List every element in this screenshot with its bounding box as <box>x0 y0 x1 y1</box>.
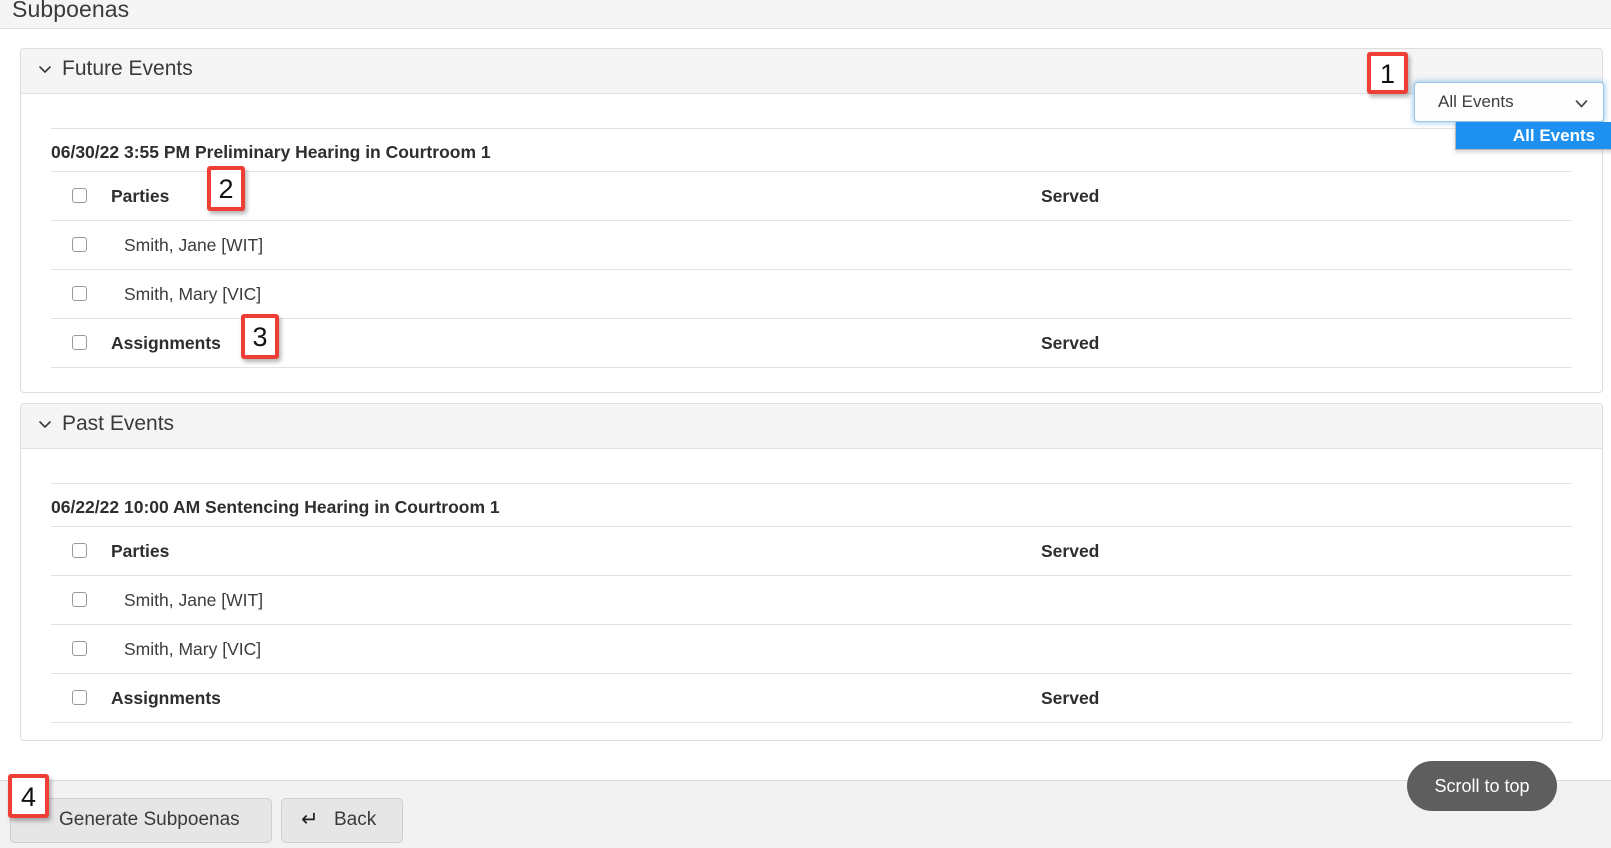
table-row[interactable]: Smith, Jane [WIT] <box>51 221 1572 270</box>
row-checkbox-party-2[interactable] <box>72 641 87 656</box>
event-title: 06/22/22 10:00 AM Sentencing Hearing in … <box>51 483 1572 527</box>
row-checkbox-assignments[interactable] <box>72 690 87 705</box>
generate-subpoenas-button[interactable]: Generate Subpoenas <box>10 798 272 843</box>
section-title: Future Events <box>62 57 193 80</box>
row-label: Assignments <box>111 688 221 708</box>
row-checkbox-party-1[interactable] <box>72 592 87 607</box>
row-label: Assignments <box>111 333 221 353</box>
section-header-future-events[interactable]: Future Events <box>21 49 1602 94</box>
back-button[interactable]: ↵ Back <box>281 798 403 843</box>
row-checkbox-parties[interactable] <box>72 188 87 203</box>
past-events-body: 06/22/22 10:00 AM Sentencing Hearing in … <box>21 449 1602 723</box>
annotation-marker-3: 3 <box>241 314 279 359</box>
served-column-header: Served <box>1041 186 1100 206</box>
return-arrow-icon: ↵ <box>301 808 319 831</box>
event-filter-option-list[interactable]: All Events <box>1455 122 1611 150</box>
page-header: Subpoenas <box>0 0 1611 29</box>
event-title: 06/30/22 3:55 PM Preliminary Hearing in … <box>51 128 1572 172</box>
row-checkbox-assignments[interactable] <box>72 335 87 350</box>
scroll-to-top-button[interactable]: Scroll to top <box>1407 761 1557 811</box>
row-label: Smith, Jane [WIT] <box>124 235 264 255</box>
app-root: Subpoenas Future Events 06/30/22 3:55 PM… <box>0 0 1611 848</box>
row-label: Smith, Mary [VIC] <box>124 639 262 659</box>
table-row[interactable]: Assignments Served <box>51 319 1572 368</box>
top-spacer <box>21 449 1602 483</box>
content-area: Future Events 06/30/22 3:55 PM Prelimina… <box>0 29 1611 780</box>
event-filter-select[interactable]: All Events <box>1414 82 1604 122</box>
top-spacer <box>21 94 1602 128</box>
table-row[interactable]: Smith, Mary [VIC] <box>51 270 1572 319</box>
table-row[interactable]: Parties Served <box>51 527 1572 576</box>
section-title: Past Events <box>62 412 175 435</box>
served-column-header: Served <box>1041 688 1100 708</box>
footer-toolbar: Generate Subpoenas ↵ Back <box>0 780 1611 848</box>
row-checkbox-parties[interactable] <box>72 543 87 558</box>
served-column-header: Served <box>1041 333 1100 353</box>
chevron-down-icon <box>38 62 52 76</box>
row-checkbox-party-1[interactable] <box>72 237 87 252</box>
event-filter-dropdown[interactable]: All Events All Events <box>1414 82 1611 150</box>
table-row[interactable]: Smith, Jane [WIT] <box>51 576 1572 625</box>
event-filter-option-all-events[interactable]: All Events <box>1456 122 1611 149</box>
table-row[interactable]: Parties Served <box>51 172 1572 221</box>
annotation-marker-1: 1 <box>1367 52 1408 94</box>
page-title: Subpoenas <box>12 0 130 22</box>
annotation-marker-2: 2 <box>207 166 245 211</box>
annotation-marker-4: 4 <box>8 774 49 818</box>
generate-subpoenas-label: Generate Subpoenas <box>59 809 240 830</box>
table-row[interactable]: Assignments Served <box>51 674 1572 723</box>
table-row[interactable]: Smith, Mary [VIC] <box>51 625 1572 674</box>
served-column-header: Served <box>1041 541 1100 561</box>
chevron-down-icon <box>1574 96 1589 111</box>
row-label: Smith, Jane [WIT] <box>124 590 264 610</box>
panel-past-events: Past Events 06/22/22 10:00 AM Sentencing… <box>20 403 1603 741</box>
back-label: Back <box>334 809 377 830</box>
row-label: Smith, Mary [VIC] <box>124 284 262 304</box>
event-filter-value: All Events <box>1438 92 1514 111</box>
row-checkbox-party-2[interactable] <box>72 286 87 301</box>
section-header-past-events[interactable]: Past Events <box>21 404 1602 449</box>
row-label: Parties <box>111 186 170 206</box>
chevron-down-icon <box>38 417 52 431</box>
row-label: Parties <box>111 541 170 561</box>
